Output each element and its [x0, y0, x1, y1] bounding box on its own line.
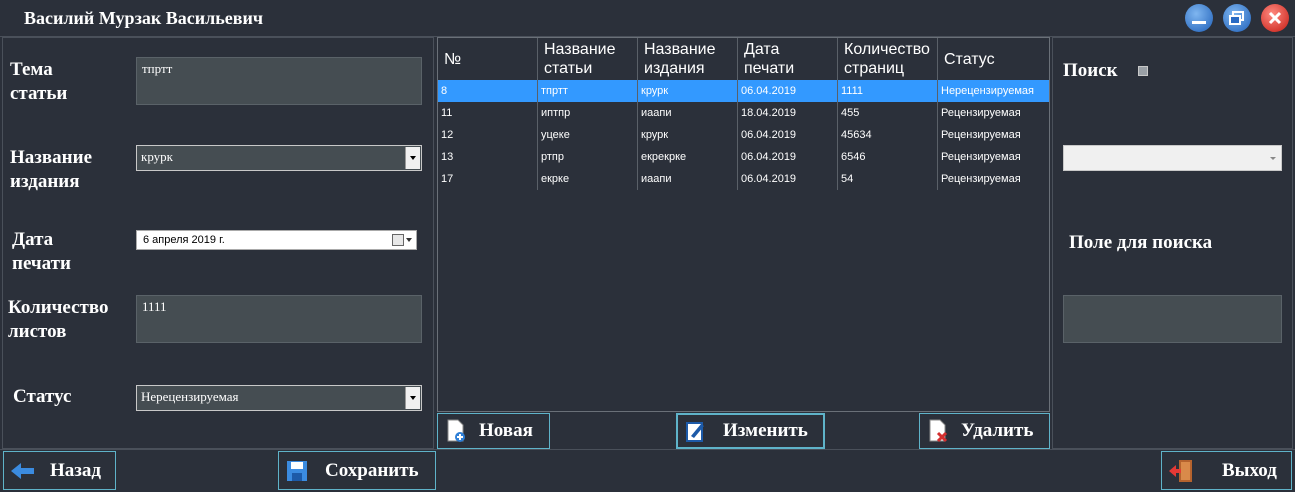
cell-topic[interactable]: уцеке — [538, 124, 638, 146]
cell-status[interactable]: Рецензируемая — [938, 146, 1049, 168]
cell-topic[interactable]: тпртт — [538, 80, 638, 102]
date-label: Дата печати — [12, 229, 71, 274]
back-label: Назад — [50, 459, 102, 481]
delete-article-button[interactable]: Удалить — [919, 413, 1050, 449]
cell-status[interactable]: Нерецензируемая — [938, 80, 1049, 102]
exit-label: Выход — [1222, 459, 1277, 481]
search-column-select[interactable] — [1063, 145, 1282, 171]
edition-label: Название издания — [10, 147, 93, 192]
cell-date[interactable]: 06.04.2019 — [738, 124, 838, 146]
cell-date[interactable]: 18.04.2019 — [738, 102, 838, 124]
cell-status[interactable]: Рецензируемая — [938, 124, 1049, 146]
table-row[interactable]: 13 ртпр екрекрке 06.04.2019 6546 Рецензируема… — [438, 146, 1049, 168]
cell-pages[interactable]: 1111 — [838, 80, 938, 102]
chevron-down-icon[interactable] — [405, 387, 420, 409]
save-label: Сохранить — [325, 459, 419, 481]
table-header: № Название статьи Название издания Дата печ… — [438, 38, 1049, 81]
edition-select[interactable]: крурк — [136, 145, 422, 171]
minimize-icon — [1192, 20, 1206, 24]
sheets-label: Количество листов — [8, 297, 109, 342]
cell-number[interactable]: 11 — [438, 102, 538, 124]
column-header-edition[interactable]: Название издания — [638, 38, 738, 80]
cell-pages[interactable]: 6546 — [838, 146, 938, 168]
delete-article-label: Удалить — [961, 420, 1034, 441]
cell-edition[interactable]: крурк — [638, 124, 738, 146]
cell-edition[interactable]: крурк — [638, 80, 738, 102]
cell-topic[interactable]: екрке — [538, 168, 638, 190]
cell-topic[interactable]: иптпр — [538, 102, 638, 124]
search-title: Поиск — [1063, 60, 1118, 81]
edition-select-value: крурк — [141, 149, 173, 164]
search-checkbox[interactable] — [1138, 66, 1148, 76]
table-row[interactable]: 12 уцеке крурк 06.04.2019 45634 Рецензируемая — [438, 124, 1049, 146]
column-header-date[interactable]: Дата печати — [738, 38, 838, 80]
edit-article-label: Изменить — [723, 420, 808, 441]
cell-status[interactable]: Рецензируемая — [938, 168, 1049, 190]
new-article-label: Новая — [479, 420, 533, 441]
minimize-button[interactable] — [1185, 4, 1213, 32]
table-row-selected[interactable]: 8 тпртт крурк 06.04.2019 1111 Нерецензируемая — [438, 80, 1049, 102]
cell-topic[interactable]: ртпр — [538, 146, 638, 168]
search-field-label: Поле для поиска — [1069, 232, 1213, 253]
search-input[interactable] — [1063, 295, 1282, 343]
articles-table[interactable]: № Название статьи Название издания Дата печ… — [437, 37, 1050, 412]
cell-pages[interactable]: 455 — [838, 102, 938, 124]
save-icon — [287, 460, 307, 481]
cell-pages[interactable]: 54 — [838, 168, 938, 190]
cell-number[interactable]: 17 — [438, 168, 538, 190]
topic-input[interactable]: тпртт — [136, 57, 422, 105]
delete-document-icon — [929, 419, 948, 443]
status-select-value: Нерецензируемая — [141, 389, 239, 404]
chevron-down-icon[interactable] — [405, 147, 420, 169]
cell-pages[interactable]: 45634 — [838, 124, 938, 146]
cell-edition[interactable]: иаапи — [638, 168, 738, 190]
print-date-picker[interactable]: 6 апреля 2019 г. — [136, 230, 417, 250]
chevron-down-icon[interactable] — [1270, 157, 1276, 160]
calendar-icon[interactable] — [392, 234, 412, 246]
status-label: Статус — [13, 386, 72, 407]
cell-number[interactable]: 12 — [438, 124, 538, 146]
restore-icon — [1229, 11, 1244, 25]
bottom-bar — [0, 449, 1295, 492]
column-header-number[interactable]: № — [438, 38, 538, 80]
table-row[interactable]: 11 иптпр иаапи 18.04.2019 455 Рецензируемая — [438, 102, 1049, 124]
cell-edition[interactable]: екрекрке — [638, 146, 738, 168]
close-button[interactable] — [1261, 4, 1289, 32]
cell-date[interactable]: 06.04.2019 — [738, 168, 838, 190]
close-icon — [1268, 11, 1282, 25]
maximize-button[interactable] — [1223, 4, 1251, 32]
back-button[interactable]: Назад — [3, 451, 116, 490]
column-header-topic[interactable]: Название статьи — [538, 38, 638, 80]
cell-edition[interactable]: иаапи — [638, 102, 738, 124]
status-select[interactable]: Нерецензируемая — [136, 385, 422, 411]
topic-label: Тема статьи — [10, 59, 68, 104]
column-header-status[interactable]: Статус — [938, 38, 1049, 80]
sheets-count-input[interactable]: 1111 — [136, 295, 422, 343]
arrow-left-icon — [11, 462, 34, 479]
save-button[interactable]: Сохранить — [278, 451, 436, 490]
table-row[interactable]: 17 екрке иаапи 06.04.2019 54 Рецензируемая — [438, 168, 1049, 190]
cell-number[interactable]: 8 — [438, 80, 538, 102]
exit-door-icon — [1169, 459, 1192, 482]
exit-button[interactable]: Выход — [1161, 451, 1292, 490]
cell-date[interactable]: 06.04.2019 — [738, 80, 838, 102]
column-header-pages[interactable]: Количество страниц — [838, 38, 938, 80]
cell-date[interactable]: 06.04.2019 — [738, 146, 838, 168]
edit-icon — [686, 422, 704, 442]
cell-status[interactable]: Рецензируемая — [938, 102, 1049, 124]
edit-article-button[interactable]: Изменить — [676, 413, 825, 449]
new-article-button[interactable]: Новая — [437, 413, 550, 449]
window-title: Василий Мурзак Васильевич — [24, 8, 264, 28]
cell-number[interactable]: 13 — [438, 146, 538, 168]
print-date-value: 6 апреля 2019 г. — [143, 234, 225, 246]
new-document-icon — [447, 419, 465, 442]
